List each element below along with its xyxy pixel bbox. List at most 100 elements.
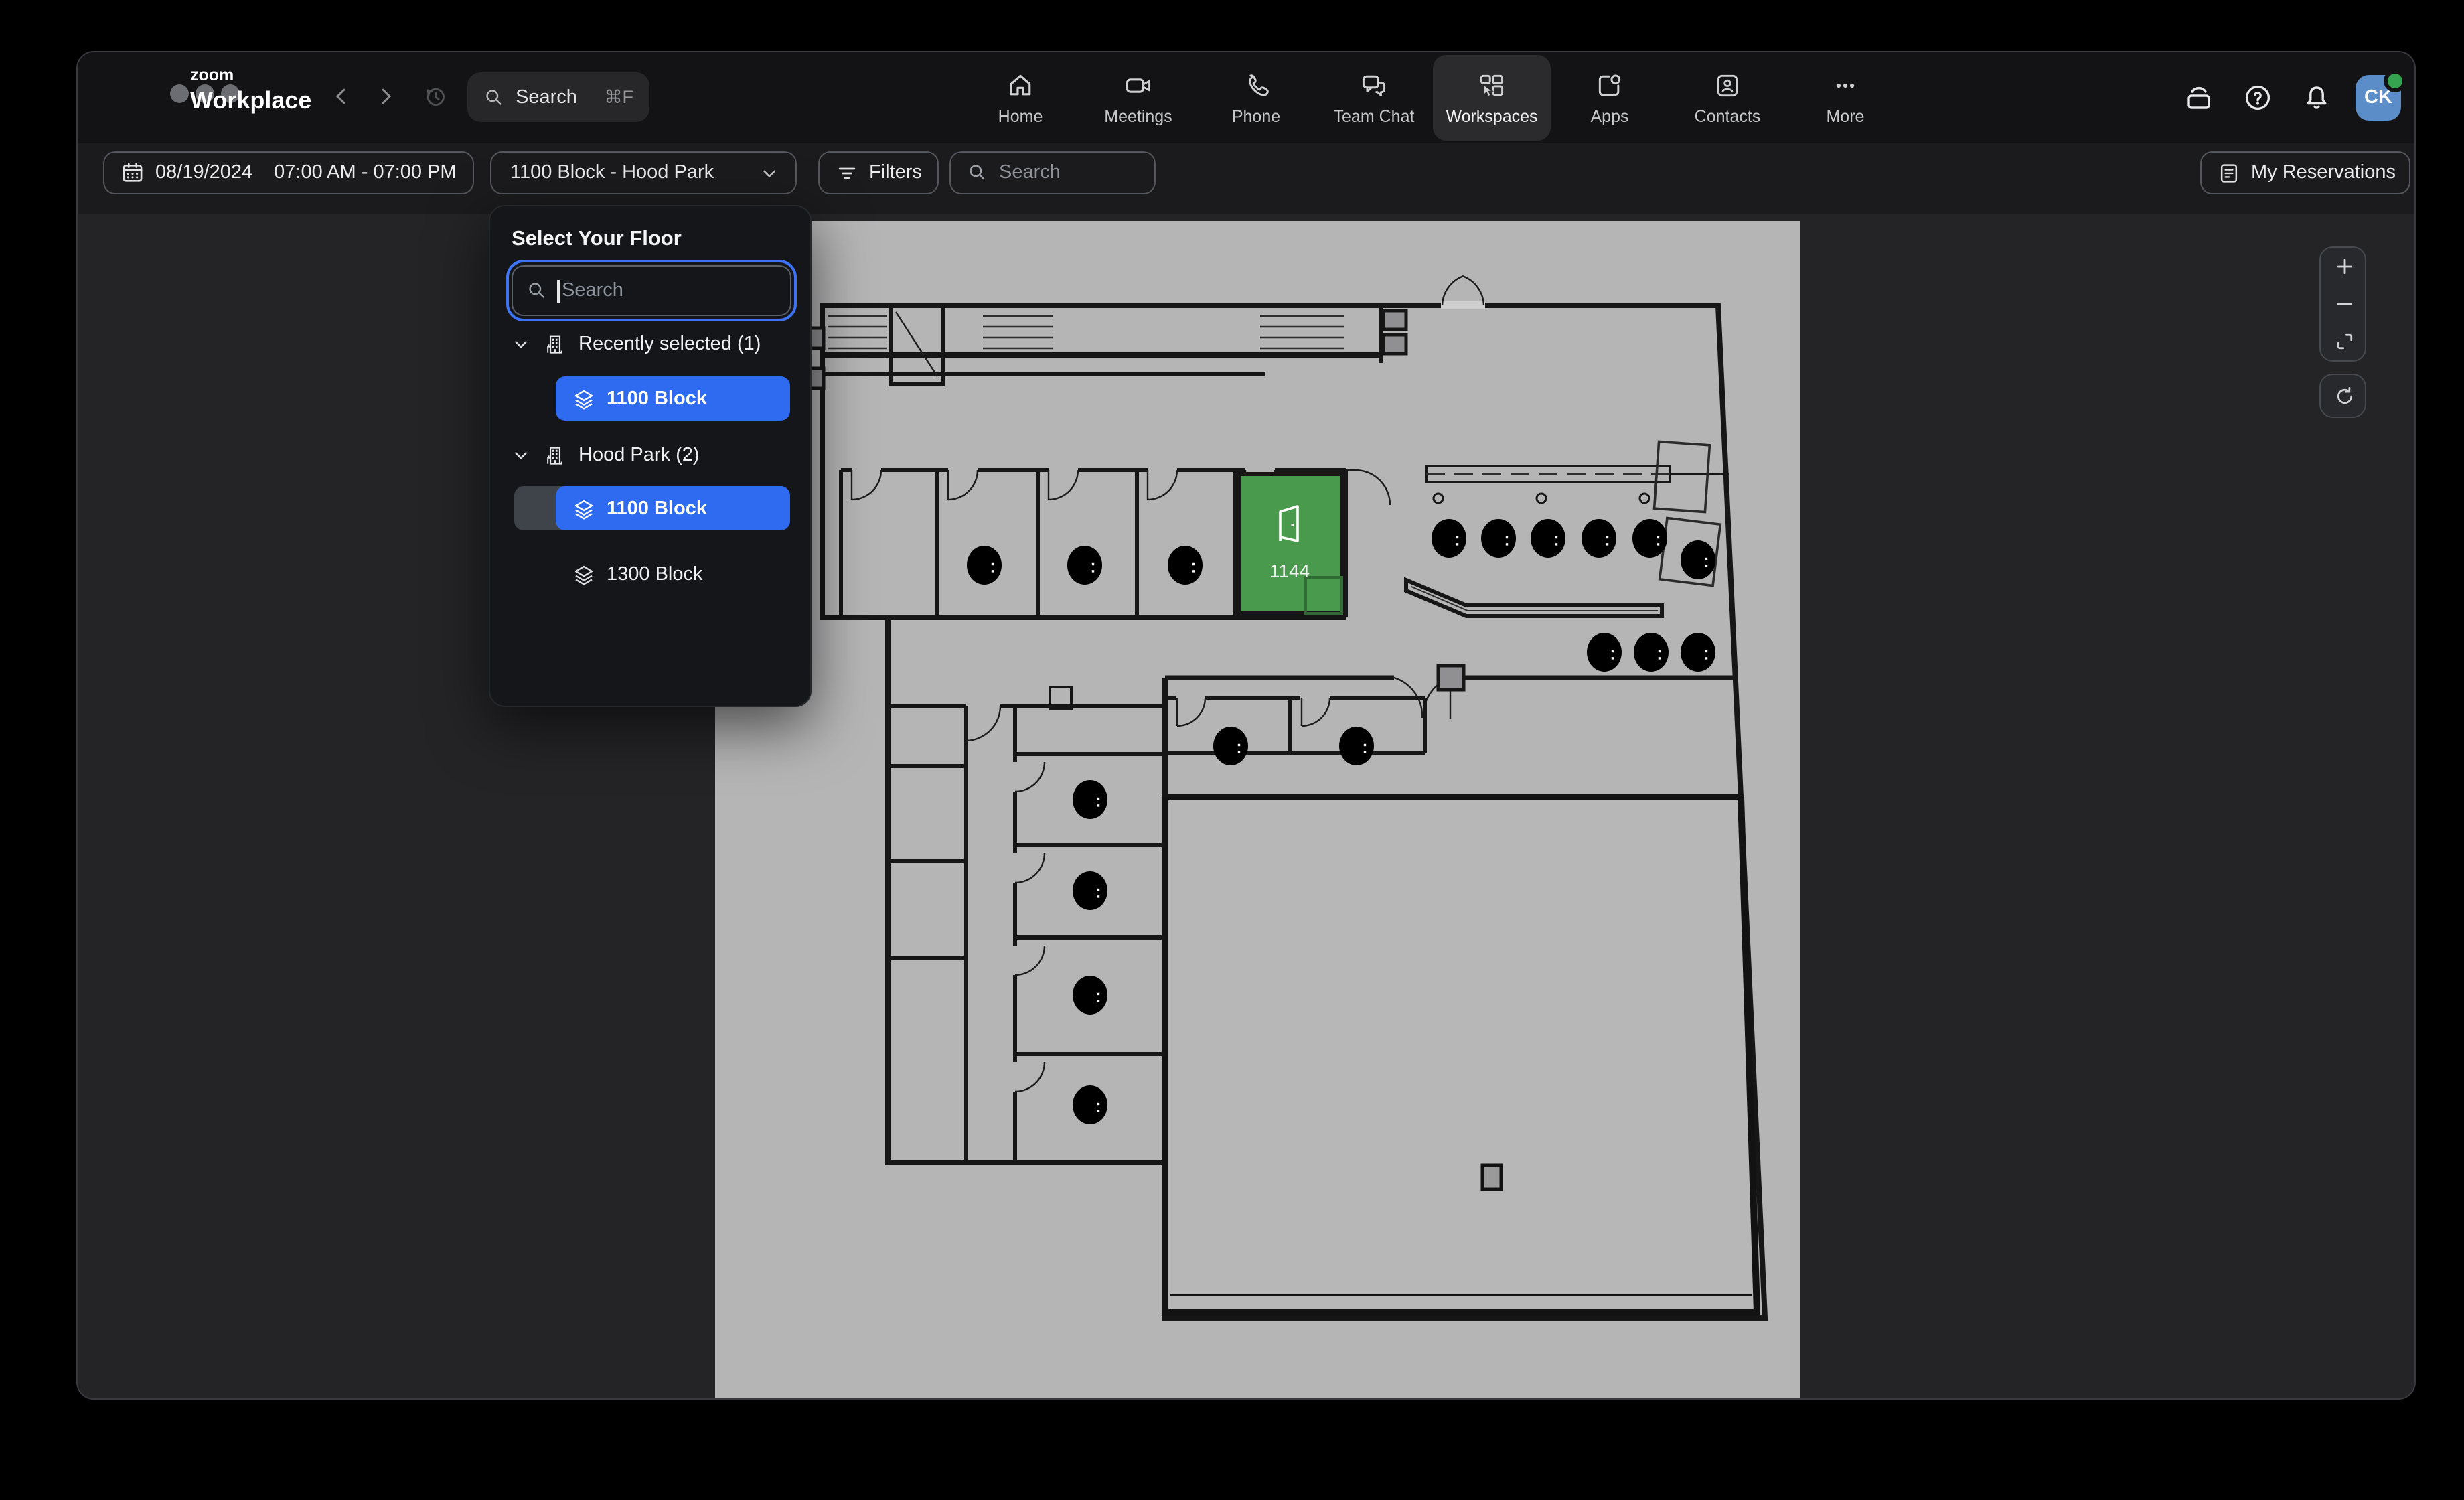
- desk-available[interactable]: [1073, 1085, 1107, 1124]
- layers-icon: [573, 388, 595, 409]
- zoom-out-button[interactable]: [2321, 285, 2366, 323]
- room-1144[interactable]: 1144: [1239, 474, 1342, 613]
- window-close-button[interactable]: [170, 84, 189, 103]
- group-label: Recently selected (1): [579, 333, 761, 355]
- ellipsis-icon: [1831, 70, 1860, 100]
- content-area: 1144: [78, 214, 2414, 1398]
- rotate-control-group: [2319, 374, 2366, 418]
- minus-icon: [2332, 292, 2356, 316]
- group-hood-park[interactable]: Hood Park (2): [512, 435, 700, 475]
- floor-item-1300-block[interactable]: 1300 Block: [556, 552, 790, 596]
- tab-phone[interactable]: Phone: [1197, 55, 1315, 141]
- meetings-camera-icon: [1124, 70, 1153, 100]
- tab-team-chat[interactable]: Team Chat: [1315, 55, 1433, 141]
- double-door-arcs: [1442, 276, 1484, 305]
- desk-available[interactable]: [1073, 780, 1107, 819]
- notifications-button[interactable]: [2297, 78, 2337, 118]
- desk-available[interactable]: [1681, 633, 1715, 672]
- search-shortcut: ⌘F: [605, 86, 634, 108]
- connect-device-button[interactable]: [2179, 78, 2219, 118]
- floor-item-label: 1100 Block: [607, 498, 707, 519]
- panel-title: Select Your Floor: [512, 228, 682, 252]
- filters-label: Filters: [869, 162, 922, 183]
- desk-available[interactable]: [1634, 633, 1669, 672]
- brand-zoom: zoom: [190, 67, 311, 84]
- tab-apps[interactable]: Apps: [1551, 55, 1669, 141]
- tab-home[interactable]: Home: [961, 55, 1079, 141]
- help-button[interactable]: [2238, 78, 2278, 118]
- titlebar: zoom Workplace Search ⌘F: [78, 52, 2414, 145]
- floor-item-label: 1100 Block: [607, 388, 707, 409]
- zoom-workplace-app: zoom Workplace Search ⌘F: [0, 0, 2464, 1500]
- zoom-in-button[interactable]: [2321, 248, 2366, 285]
- desk-available[interactable]: [1632, 519, 1667, 558]
- floor-plan[interactable]: 1144: [715, 221, 1800, 1398]
- main-nav: Home Meetings Phone Team Chat Workspaces: [961, 52, 1904, 143]
- tab-label: More: [1827, 106, 1865, 125]
- floor-item-1100-block-hood-park[interactable]: 1100 Block: [556, 486, 790, 530]
- workspaces-toolbar: 08/19/2024 07:00 AM - 07:00 PM 1100 Bloc…: [78, 143, 2414, 216]
- app-logo: zoom Workplace: [190, 67, 311, 112]
- desk-available[interactable]: [1432, 519, 1466, 558]
- desk-available[interactable]: [1582, 519, 1616, 558]
- tab-more[interactable]: More: [1786, 55, 1904, 141]
- my-reservations-label: My Reservations: [2251, 162, 2396, 183]
- tab-label: Meetings: [1104, 106, 1172, 125]
- help-icon: [2242, 82, 2274, 114]
- desk-available[interactable]: [1531, 519, 1565, 558]
- global-search-button[interactable]: Search ⌘F: [467, 72, 649, 122]
- plus-icon: [2332, 254, 2356, 279]
- avatar[interactable]: CK: [2356, 75, 2401, 121]
- chevron-down-icon: [759, 163, 779, 183]
- group-recently-selected[interactable]: Recently selected (1): [512, 324, 761, 364]
- chevron-down-icon: [512, 335, 530, 354]
- filters-button[interactable]: Filters: [818, 151, 939, 194]
- bell-icon: [2301, 82, 2333, 114]
- titlebar-right-icons: CK: [2179, 52, 2401, 143]
- building-icon: [544, 333, 566, 356]
- tab-label: Phone: [1232, 106, 1280, 125]
- map-marker: [1482, 1165, 1501, 1189]
- floor-selector-dropdown[interactable]: 1100 Block - Hood Park: [490, 151, 797, 194]
- map-controls: [2319, 246, 2366, 430]
- reset-view-button[interactable]: [2321, 375, 2366, 417]
- floor-search-placeholder: Search: [562, 280, 623, 301]
- history-button[interactable]: [418, 79, 453, 114]
- desk-available[interactable]: [1587, 633, 1622, 672]
- desk-available[interactable]: [1073, 871, 1107, 910]
- map-search-field[interactable]: Search: [949, 151, 1156, 194]
- desk-available[interactable]: [1481, 519, 1516, 558]
- floor-search-input[interactable]: Search: [512, 265, 791, 316]
- forward-button[interactable]: [368, 79, 403, 114]
- map-search-placeholder: Search: [999, 162, 1061, 183]
- tab-workspaces[interactable]: Workspaces: [1433, 55, 1551, 141]
- calendar-icon: [121, 161, 145, 185]
- back-button[interactable]: [324, 79, 359, 114]
- marker-layer: [1482, 1165, 1501, 1189]
- desk-available[interactable]: [1339, 727, 1374, 765]
- app-window: zoom Workplace Search ⌘F: [76, 51, 2416, 1400]
- select-floor-panel: Select Your Floor Search Recently select…: [489, 205, 812, 707]
- tab-meetings[interactable]: Meetings: [1079, 55, 1197, 141]
- desk-available[interactable]: [1067, 546, 1102, 585]
- desk-available[interactable]: [1681, 540, 1715, 579]
- building-icon: [544, 444, 566, 467]
- my-reservations-button[interactable]: My Reservations: [2200, 151, 2410, 194]
- desk-available[interactable]: [1213, 727, 1248, 765]
- desk-booked[interactable]: [1168, 546, 1203, 585]
- tab-contacts[interactable]: Contacts: [1669, 55, 1786, 141]
- apps-icon: [1595, 70, 1624, 100]
- phone-icon: [1241, 70, 1271, 100]
- date-time-picker[interactable]: 08/19/2024 07:00 AM - 07:00 PM: [103, 151, 474, 194]
- desk-available[interactable]: [1073, 976, 1107, 1015]
- layers-icon: [573, 563, 595, 585]
- rotate-icon: [2332, 384, 2356, 408]
- desk-available[interactable]: [967, 546, 1002, 585]
- floor-item-1100-block-recent[interactable]: 1100 Block: [556, 376, 790, 421]
- search-icon: [526, 280, 548, 301]
- history-clock-icon: [422, 83, 449, 110]
- fullscreen-button[interactable]: [2321, 323, 2366, 360]
- group-label: Hood Park (2): [579, 445, 700, 466]
- floor-map[interactable]: 1144: [715, 221, 1800, 1398]
- filter-icon: [836, 161, 858, 184]
